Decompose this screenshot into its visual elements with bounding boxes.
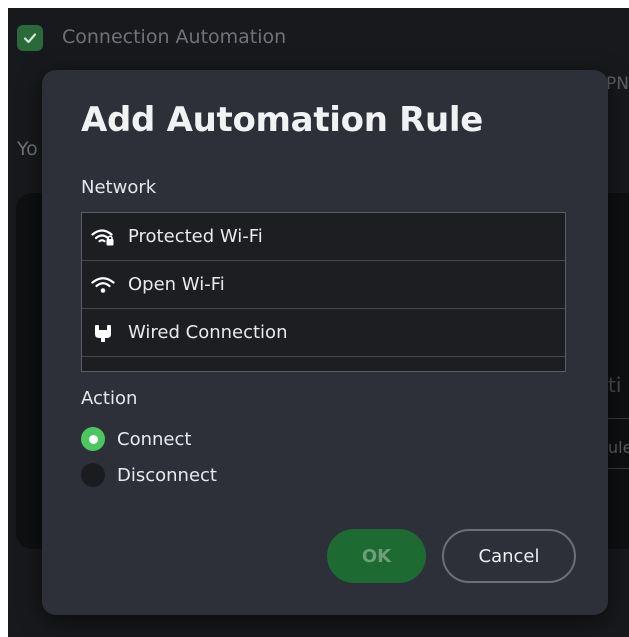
background-partial-text: Yo: [17, 138, 38, 160]
cancel-button[interactable]: Cancel: [442, 529, 576, 583]
radio-selected-icon[interactable]: [81, 427, 105, 451]
checkmark-icon: [23, 33, 37, 44]
add-automation-rule-dialog: Add Automation Rule Network Protected Wi…: [42, 70, 608, 615]
dialog-title: Add Automation Rule: [81, 100, 484, 140]
network-item-open-wifi[interactable]: Open Wi-Fi: [82, 261, 565, 309]
network-list[interactable]: Protected Wi-Fi Open Wi-Fi Wired Connect…: [81, 212, 566, 372]
wifi-lock-icon: [91, 225, 115, 249]
radio-label: Disconnect: [117, 464, 217, 486]
background-partial-heading: ti: [608, 373, 622, 397]
app-header: Connection Automation: [8, 8, 629, 68]
action-connect-radio[interactable]: Connect: [81, 427, 191, 451]
action-disconnect-radio[interactable]: Disconnect: [81, 463, 217, 487]
divider: [608, 468, 629, 469]
background-partial-text: PN: [606, 74, 629, 94]
network-item-label: Wired Connection: [128, 322, 288, 343]
enable-automation-checkbox[interactable]: [17, 25, 43, 51]
action-label: Action: [81, 388, 138, 409]
app-header-title: Connection Automation: [62, 26, 287, 48]
radio-unselected-icon[interactable]: [81, 463, 105, 487]
network-label: Network: [81, 177, 157, 198]
ok-button[interactable]: OK: [327, 529, 426, 583]
radio-label: Connect: [117, 428, 192, 450]
network-item-label: Protected Wi-Fi: [128, 226, 263, 247]
network-item-protected-wifi[interactable]: Protected Wi-Fi: [82, 213, 565, 261]
ethernet-icon: [91, 321, 115, 345]
network-item-label: Open Wi-Fi: [128, 274, 225, 295]
background-partial-text: ule: [608, 438, 629, 457]
network-item-wired[interactable]: Wired Connection: [82, 309, 565, 357]
wifi-icon: [91, 273, 115, 297]
divider: [608, 418, 629, 419]
